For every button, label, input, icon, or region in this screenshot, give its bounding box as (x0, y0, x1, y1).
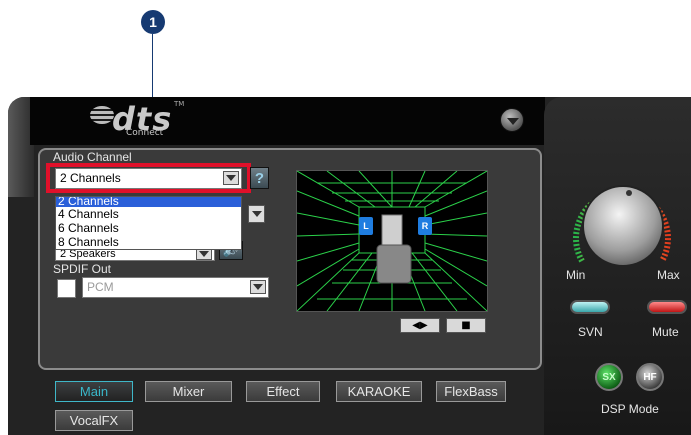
stop-icon: ■ (461, 320, 471, 331)
mute-toggle[interactable] (647, 300, 687, 314)
speaker-room-view[interactable]: L R (296, 170, 488, 312)
room-grid (297, 171, 487, 311)
knob-indicator (626, 190, 632, 196)
highlight-box (46, 163, 251, 193)
mute-label: Mute (652, 325, 679, 339)
spdif-label: SPDIF Out (53, 262, 112, 276)
dropdown-option[interactable]: 6 Channels (56, 221, 241, 235)
tab-karaoke[interactable]: KARAOKE (336, 381, 422, 402)
tab-effect[interactable]: Effect (246, 381, 320, 402)
trademark: TM (174, 100, 185, 108)
balance-button[interactable]: ◀▶ (400, 318, 440, 333)
dts-logo: dts TM Connect (90, 100, 200, 140)
tab-vocalfx[interactable]: VocalFX (55, 410, 133, 431)
right-speaker[interactable]: R (418, 217, 432, 235)
volume-min-label: Min (566, 268, 586, 282)
chevron-down-icon[interactable] (250, 280, 266, 294)
spdif-checkbox[interactable] (57, 279, 76, 298)
dropdown-option[interactable]: 8 Channels (56, 235, 241, 249)
dropdown-option[interactable]: 2 Channels (56, 197, 241, 207)
speaker-config-chevron-icon[interactable] (248, 205, 265, 223)
callout-number: 1 (141, 10, 165, 34)
left-speaker[interactable]: L (359, 217, 373, 235)
tab-mixer[interactable]: Mixer (145, 381, 232, 402)
menu-dropdown-button[interactable] (500, 108, 524, 132)
dts-subtext: Connect (126, 128, 164, 138)
volume-knob[interactable] (582, 185, 664, 267)
tab-main[interactable]: Main (55, 381, 133, 402)
dts-swirl-icon (90, 106, 114, 124)
spdif-select[interactable]: PCM (82, 277, 269, 298)
dropdown-option[interactable]: 4 Channels (56, 207, 241, 221)
balance-icon: ◀▶ (412, 320, 428, 331)
spdif-value: PCM (87, 280, 114, 294)
stop-button[interactable]: ■ (446, 318, 486, 333)
svn-label: SVN (578, 325, 603, 339)
volume-max-label: Max (657, 268, 680, 282)
dsp-mode-label: DSP Mode (601, 402, 659, 416)
hf-mode-button[interactable]: HF (636, 363, 664, 391)
svn-toggle[interactable] (570, 300, 610, 314)
audio-channel-dropdown-list[interactable]: 2 Channels 4 Channels 6 Channels 8 Chann… (55, 196, 242, 250)
sx-mode-button[interactable]: SX (595, 363, 623, 391)
audio-channel-label: Audio Channel (53, 150, 132, 164)
help-button[interactable]: ? (250, 167, 269, 189)
tab-flexbass[interactable]: FlexBass (436, 381, 506, 402)
